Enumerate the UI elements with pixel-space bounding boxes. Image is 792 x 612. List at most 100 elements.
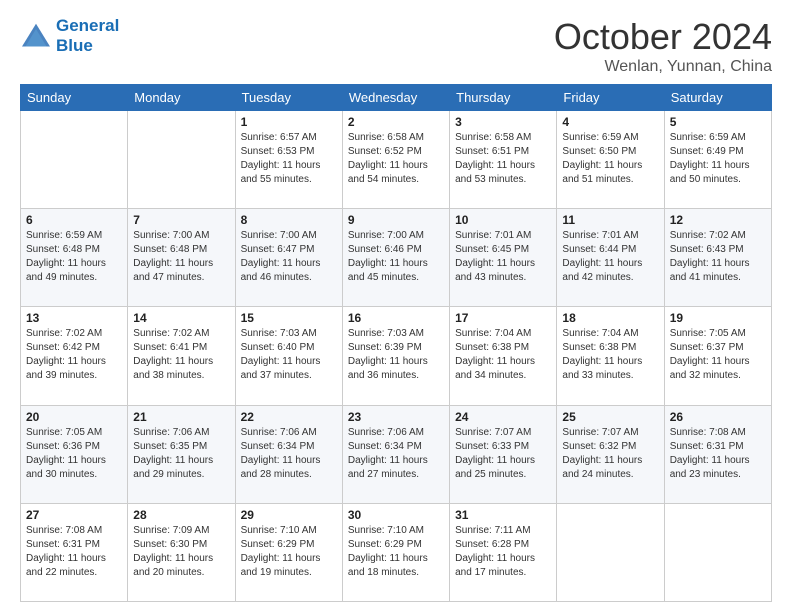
logo-icon	[20, 22, 52, 50]
day-number: 1	[241, 115, 337, 129]
day-number: 6	[26, 213, 122, 227]
header: General Blue October 2024 Wenlan, Yunnan…	[20, 16, 772, 76]
day-info: Sunrise: 7:10 AMSunset: 6:29 PMDaylight:…	[348, 524, 444, 580]
day-number: 9	[348, 213, 444, 227]
calendar-cell: 26 Sunrise: 7:08 AMSunset: 6:31 PMDayligh…	[664, 405, 771, 503]
calendar-cell: 12 Sunrise: 7:02 AMSunset: 6:43 PMDayligh…	[664, 209, 771, 307]
day-number: 23	[348, 410, 444, 424]
calendar-header-saturday: Saturday	[664, 85, 771, 111]
day-number: 15	[241, 311, 337, 325]
day-number: 30	[348, 508, 444, 522]
calendar-cell: 31 Sunrise: 7:11 AMSunset: 6:28 PMDayligh…	[450, 503, 557, 601]
day-info: Sunrise: 7:00 AMSunset: 6:47 PMDaylight:…	[241, 229, 337, 285]
calendar-cell: 14 Sunrise: 7:02 AMSunset: 6:41 PMDayligh…	[128, 307, 235, 405]
day-info: Sunrise: 7:06 AMSunset: 6:34 PMDaylight:…	[348, 426, 444, 482]
calendar-header-tuesday: Tuesday	[235, 85, 342, 111]
calendar-cell: 22Sunrise: 7:06 AMSunset: 6:34 PMDayligh…	[235, 405, 342, 503]
calendar-week-row: 27Sunrise: 7:08 AMSunset: 6:31 PMDayligh…	[21, 503, 772, 601]
day-number: 29	[241, 508, 337, 522]
calendar-cell	[664, 503, 771, 601]
day-number: 13	[26, 311, 122, 325]
calendar-cell: 10 Sunrise: 7:01 AMSunset: 6:45 PMDayligh…	[450, 209, 557, 307]
day-info: Sunrise: 7:04 AMSunset: 6:38 PMDaylight:…	[562, 327, 658, 383]
day-info: Sunrise: 7:07 AMSunset: 6:33 PMDaylight:…	[455, 426, 551, 482]
day-info: Sunrise: 6:58 AMSunset: 6:51 PMDaylight:…	[455, 131, 551, 187]
day-info: Sunrise: 7:10 AMSunset: 6:29 PMDaylight:…	[241, 524, 337, 580]
month-title: October 2024	[554, 16, 772, 58]
calendar-cell: 16 Sunrise: 7:03 AMSunset: 6:39 PMDayligh…	[342, 307, 449, 405]
day-info: Sunrise: 6:57 AMSunset: 6:53 PMDaylight:…	[241, 131, 337, 187]
day-info: Sunrise: 6:59 AMSunset: 6:48 PMDaylight:…	[26, 229, 122, 285]
calendar-header-row: SundayMondayTuesdayWednesdayThursdayFrid…	[21, 85, 772, 111]
calendar-cell: 27Sunrise: 7:08 AMSunset: 6:31 PMDayligh…	[21, 503, 128, 601]
calendar-cell: 7Sunrise: 7:00 AMSunset: 6:48 PMDaylight…	[128, 209, 235, 307]
calendar-cell: 2 Sunrise: 6:58 AMSunset: 6:52 PMDaylight…	[342, 111, 449, 209]
logo: General Blue	[20, 16, 119, 55]
location-subtitle: Wenlan, Yunnan, China	[554, 58, 772, 76]
day-number: 5	[670, 115, 766, 129]
day-info: Sunrise: 7:08 AMSunset: 6:31 PMDaylight:…	[670, 426, 766, 482]
page: General Blue October 2024 Wenlan, Yunnan…	[0, 0, 792, 612]
calendar-cell: 24 Sunrise: 7:07 AMSunset: 6:33 PMDayligh…	[450, 405, 557, 503]
title-block: October 2024 Wenlan, Yunnan, China	[554, 16, 772, 76]
day-number: 4	[562, 115, 658, 129]
calendar-week-row: 1 Sunrise: 6:57 AMSunset: 6:53 PMDaylight…	[21, 111, 772, 209]
day-number: 12	[670, 213, 766, 227]
calendar-header-friday: Friday	[557, 85, 664, 111]
calendar-week-row: 6 Sunrise: 6:59 AMSunset: 6:48 PMDaylight…	[21, 209, 772, 307]
calendar-cell: 21 Sunrise: 7:06 AMSunset: 6:35 PMDayligh…	[128, 405, 235, 503]
day-number: 22	[241, 410, 337, 424]
calendar-cell: 8 Sunrise: 7:00 AMSunset: 6:47 PMDaylight…	[235, 209, 342, 307]
calendar-cell: 29 Sunrise: 7:10 AMSunset: 6:29 PMDayligh…	[235, 503, 342, 601]
day-number: 14	[133, 311, 229, 325]
day-info: Sunrise: 7:07 AMSunset: 6:32 PMDaylight:…	[562, 426, 658, 482]
day-info: Sunrise: 6:59 AMSunset: 6:49 PMDaylight:…	[670, 131, 766, 187]
day-number: 17	[455, 311, 551, 325]
calendar-cell	[557, 503, 664, 601]
calendar-cell: 1 Sunrise: 6:57 AMSunset: 6:53 PMDaylight…	[235, 111, 342, 209]
day-info: Sunrise: 7:06 AMSunset: 6:35 PMDaylight:…	[133, 426, 229, 482]
day-info: Sunrise: 7:00 AMSunset: 6:46 PMDaylight:…	[348, 229, 444, 285]
calendar-cell: 3 Sunrise: 6:58 AMSunset: 6:51 PMDaylight…	[450, 111, 557, 209]
day-number: 18	[562, 311, 658, 325]
day-info: Sunrise: 6:58 AMSunset: 6:52 PMDaylight:…	[348, 131, 444, 187]
day-number: 27	[26, 508, 122, 522]
day-number: 16	[348, 311, 444, 325]
calendar-cell: 17 Sunrise: 7:04 AMSunset: 6:38 PMDayligh…	[450, 307, 557, 405]
day-info: Sunrise: 7:04 AMSunset: 6:38 PMDaylight:…	[455, 327, 551, 383]
day-number: 3	[455, 115, 551, 129]
calendar-cell: 23 Sunrise: 7:06 AMSunset: 6:34 PMDayligh…	[342, 405, 449, 503]
calendar-cell: 25Sunrise: 7:07 AMSunset: 6:32 PMDayligh…	[557, 405, 664, 503]
calendar-cell: 5 Sunrise: 6:59 AMSunset: 6:49 PMDaylight…	[664, 111, 771, 209]
calendar-cell: 19Sunrise: 7:05 AMSunset: 6:37 PMDayligh…	[664, 307, 771, 405]
day-number: 26	[670, 410, 766, 424]
day-info: Sunrise: 7:02 AMSunset: 6:43 PMDaylight:…	[670, 229, 766, 285]
day-number: 8	[241, 213, 337, 227]
day-number: 10	[455, 213, 551, 227]
day-number: 24	[455, 410, 551, 424]
day-info: Sunrise: 7:03 AMSunset: 6:39 PMDaylight:…	[348, 327, 444, 383]
day-info: Sunrise: 6:59 AMSunset: 6:50 PMDaylight:…	[562, 131, 658, 187]
day-number: 2	[348, 115, 444, 129]
calendar-table: SundayMondayTuesdayWednesdayThursdayFrid…	[20, 84, 772, 602]
day-number: 20	[26, 410, 122, 424]
day-info: Sunrise: 7:01 AMSunset: 6:45 PMDaylight:…	[455, 229, 551, 285]
calendar-header-sunday: Sunday	[21, 85, 128, 111]
day-number: 21	[133, 410, 229, 424]
day-number: 7	[133, 213, 229, 227]
calendar-week-row: 20 Sunrise: 7:05 AMSunset: 6:36 PMDayligh…	[21, 405, 772, 503]
calendar-header-thursday: Thursday	[450, 85, 557, 111]
calendar-cell	[128, 111, 235, 209]
calendar-cell: 20 Sunrise: 7:05 AMSunset: 6:36 PMDayligh…	[21, 405, 128, 503]
calendar-cell: 9 Sunrise: 7:00 AMSunset: 6:46 PMDaylight…	[342, 209, 449, 307]
calendar-header-wednesday: Wednesday	[342, 85, 449, 111]
logo-text: General Blue	[56, 16, 119, 55]
calendar-header-monday: Monday	[128, 85, 235, 111]
calendar-cell: 13Sunrise: 7:02 AMSunset: 6:42 PMDayligh…	[21, 307, 128, 405]
day-info: Sunrise: 7:05 AMSunset: 6:36 PMDaylight:…	[26, 426, 122, 482]
day-info: Sunrise: 7:11 AMSunset: 6:28 PMDaylight:…	[455, 524, 551, 580]
day-info: Sunrise: 7:02 AMSunset: 6:41 PMDaylight:…	[133, 327, 229, 383]
day-number: 31	[455, 508, 551, 522]
day-number: 28	[133, 508, 229, 522]
day-info: Sunrise: 7:09 AMSunset: 6:30 PMDaylight:…	[133, 524, 229, 580]
